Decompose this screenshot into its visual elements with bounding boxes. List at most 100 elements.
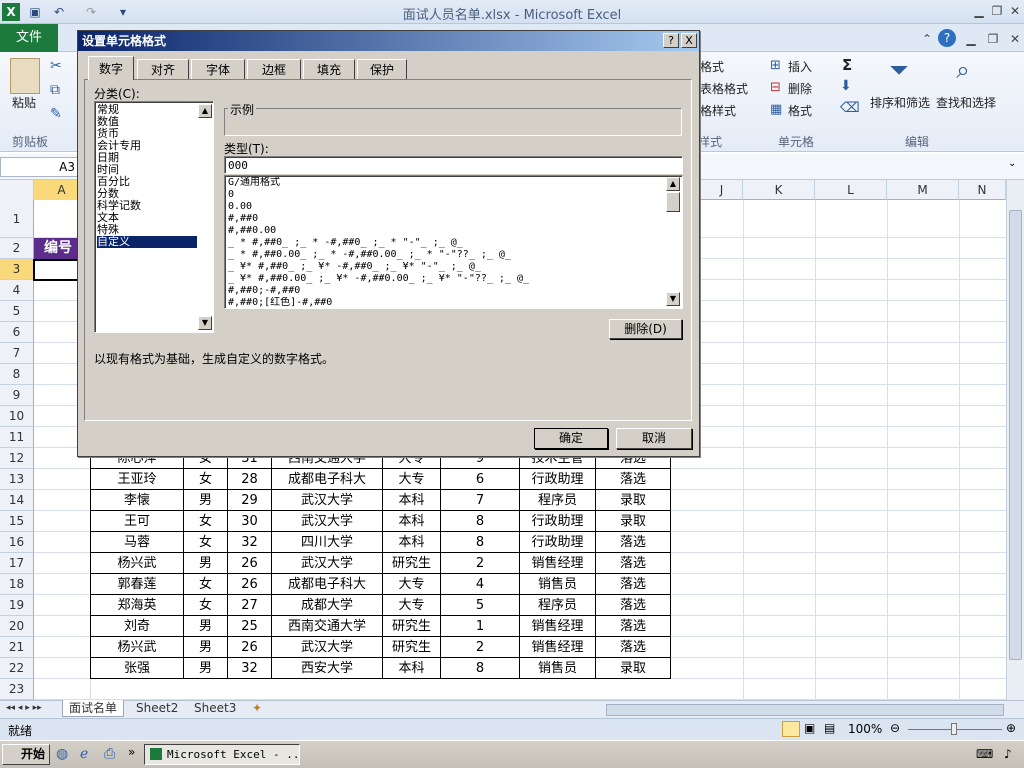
- select-all-corner[interactable]: [0, 180, 34, 200]
- format-item[interactable]: G/通用格式: [228, 177, 664, 189]
- table-cell[interactable]: 8: [441, 532, 520, 553]
- table-cell[interactable]: 落选: [596, 553, 671, 574]
- row-header[interactable]: 13: [0, 469, 34, 490]
- format-item[interactable]: #,##0;-#,##0: [228, 285, 664, 297]
- table-cell[interactable]: 28: [228, 469, 272, 490]
- table-cell[interactable]: 武汉大学: [272, 511, 383, 532]
- paste-icon[interactable]: [10, 58, 40, 94]
- format-item[interactable]: 0.00: [228, 201, 664, 213]
- format-scroll-up-icon[interactable]: ▲: [666, 177, 680, 191]
- row-header[interactable]: 10: [0, 406, 34, 427]
- zoom-slider-thumb[interactable]: [951, 723, 957, 735]
- row-header[interactable]: 12: [0, 448, 34, 469]
- tab-protection[interactable]: 保护: [357, 59, 407, 79]
- conditional-format-button[interactable]: 格式: [700, 58, 724, 75]
- table-cell[interactable]: 32: [228, 532, 272, 553]
- table-cell[interactable]: 录取: [596, 658, 671, 679]
- table-format-button[interactable]: 表格格式: [700, 80, 748, 97]
- table-cell[interactable]: 成都大学: [272, 595, 383, 616]
- column-header-k[interactable]: K: [743, 180, 815, 200]
- row-header[interactable]: 14: [0, 490, 34, 511]
- find-select-button[interactable]: 查找和选择: [936, 94, 996, 111]
- format-item[interactable]: _ * #,##0_ ;_ * -#,##0_ ;_ * "-"_ ;_ @_: [228, 237, 664, 249]
- horizontal-scrollbar[interactable]: [606, 704, 1004, 716]
- row-header[interactable]: 16: [0, 532, 34, 553]
- table-cell[interactable]: 女: [184, 595, 228, 616]
- table-cell[interactable]: 落选: [596, 469, 671, 490]
- column-header-n[interactable]: N: [959, 180, 1006, 200]
- table-cell[interactable]: 女: [184, 511, 228, 532]
- table-cell[interactable]: 8: [441, 658, 520, 679]
- sort-filter-button[interactable]: 排序和筛选: [870, 94, 930, 111]
- table-cell[interactable]: 男: [184, 553, 228, 574]
- zoom-out-icon[interactable]: ⊖: [890, 721, 900, 735]
- table-cell[interactable]: 落选: [596, 532, 671, 553]
- taskbar-excel-button[interactable]: Microsoft Excel - ...: [144, 744, 300, 765]
- table-cell[interactable]: 1: [441, 616, 520, 637]
- table-cell[interactable]: 大专: [383, 595, 441, 616]
- type-input[interactable]: 000: [224, 156, 683, 174]
- table-cell[interactable]: 5: [441, 595, 520, 616]
- table-cell[interactable]: 销售员: [520, 574, 596, 595]
- sheet-tab-3[interactable]: Sheet3: [188, 700, 242, 717]
- table-cell[interactable]: 大专: [383, 469, 441, 490]
- format-scroll-down-icon[interactable]: ▼: [666, 292, 680, 306]
- insert-sheet-icon[interactable]: ✦: [246, 700, 268, 717]
- table-cell[interactable]: 武汉大学: [272, 637, 383, 658]
- row-header[interactable]: 8: [0, 364, 34, 385]
- table-cell[interactable]: 西南交通大学: [272, 616, 383, 637]
- table-cell[interactable]: 女: [184, 532, 228, 553]
- tab-border[interactable]: 边框: [247, 59, 301, 79]
- table-cell[interactable]: 录取: [596, 490, 671, 511]
- table-cell[interactable]: 本科: [383, 490, 441, 511]
- table-cell[interactable]: 27: [228, 595, 272, 616]
- table-cell[interactable]: 本科: [383, 658, 441, 679]
- sheet-tab-2[interactable]: Sheet2: [130, 700, 184, 717]
- table-cell[interactable]: 男: [184, 616, 228, 637]
- vertical-scroll-thumb[interactable]: [1009, 210, 1022, 660]
- page-layout-icon[interactable]: ▣: [804, 721, 815, 735]
- format-item[interactable]: #,##0;[红色]-#,##0: [228, 297, 664, 309]
- table-cell[interactable]: 落选: [596, 616, 671, 637]
- column-header-m[interactable]: M: [887, 180, 959, 200]
- zoom-level[interactable]: 100%: [848, 722, 882, 736]
- delete-format-button[interactable]: 删除(D): [609, 319, 682, 339]
- table-cell[interactable]: 7: [441, 490, 520, 511]
- file-tab[interactable]: 文件: [0, 24, 58, 52]
- table-cell[interactable]: 男: [184, 658, 228, 679]
- table-cell[interactable]: 武汉大学: [272, 553, 383, 574]
- taskbar-more-icon[interactable]: »: [128, 745, 135, 759]
- doc-minimize-icon[interactable]: ▁: [962, 30, 980, 48]
- quicklaunch-icon-1[interactable]: ◍: [56, 746, 68, 762]
- row-header[interactable]: 9: [0, 385, 34, 406]
- paste-button[interactable]: 粘贴: [12, 94, 36, 111]
- row-header[interactable]: 19: [0, 595, 34, 616]
- ie-icon[interactable]: ℯ: [80, 746, 88, 762]
- row-header[interactable]: 18: [0, 574, 34, 595]
- ribbon-collapse-icon[interactable]: ⌃: [918, 30, 936, 48]
- table-cell[interactable]: 6: [441, 469, 520, 490]
- copy-icon[interactable]: ⧉: [50, 82, 60, 98]
- table-cell[interactable]: 李懐: [90, 490, 184, 511]
- cancel-button[interactable]: 取消: [616, 428, 692, 449]
- dialog-close-button[interactable]: X: [681, 33, 697, 48]
- table-cell[interactable]: 25: [228, 616, 272, 637]
- row-header[interactable]: 5: [0, 301, 34, 322]
- row-header[interactable]: 22: [0, 658, 34, 679]
- table-cell[interactable]: 王可: [90, 511, 184, 532]
- table-cell[interactable]: 男: [184, 637, 228, 658]
- category-scroll-up-icon[interactable]: ▲: [198, 104, 212, 118]
- row-header[interactable]: 4: [0, 280, 34, 301]
- format-item[interactable]: 0: [228, 189, 664, 201]
- vertical-scrollbar[interactable]: [1006, 180, 1024, 700]
- insert-button[interactable]: 插入: [788, 58, 812, 75]
- row-header[interactable]: 23: [0, 679, 34, 700]
- format-item[interactable]: #,##0: [228, 213, 664, 225]
- table-cell[interactable]: 程序员: [520, 595, 596, 616]
- row-header[interactable]: 15: [0, 511, 34, 532]
- table-cell[interactable]: 26: [228, 574, 272, 595]
- autosum-icon[interactable]: Σ: [842, 56, 852, 74]
- table-cell[interactable]: 女: [184, 574, 228, 595]
- table-cell[interactable]: 成都电子科大: [272, 469, 383, 490]
- row-header[interactable]: 6: [0, 322, 34, 343]
